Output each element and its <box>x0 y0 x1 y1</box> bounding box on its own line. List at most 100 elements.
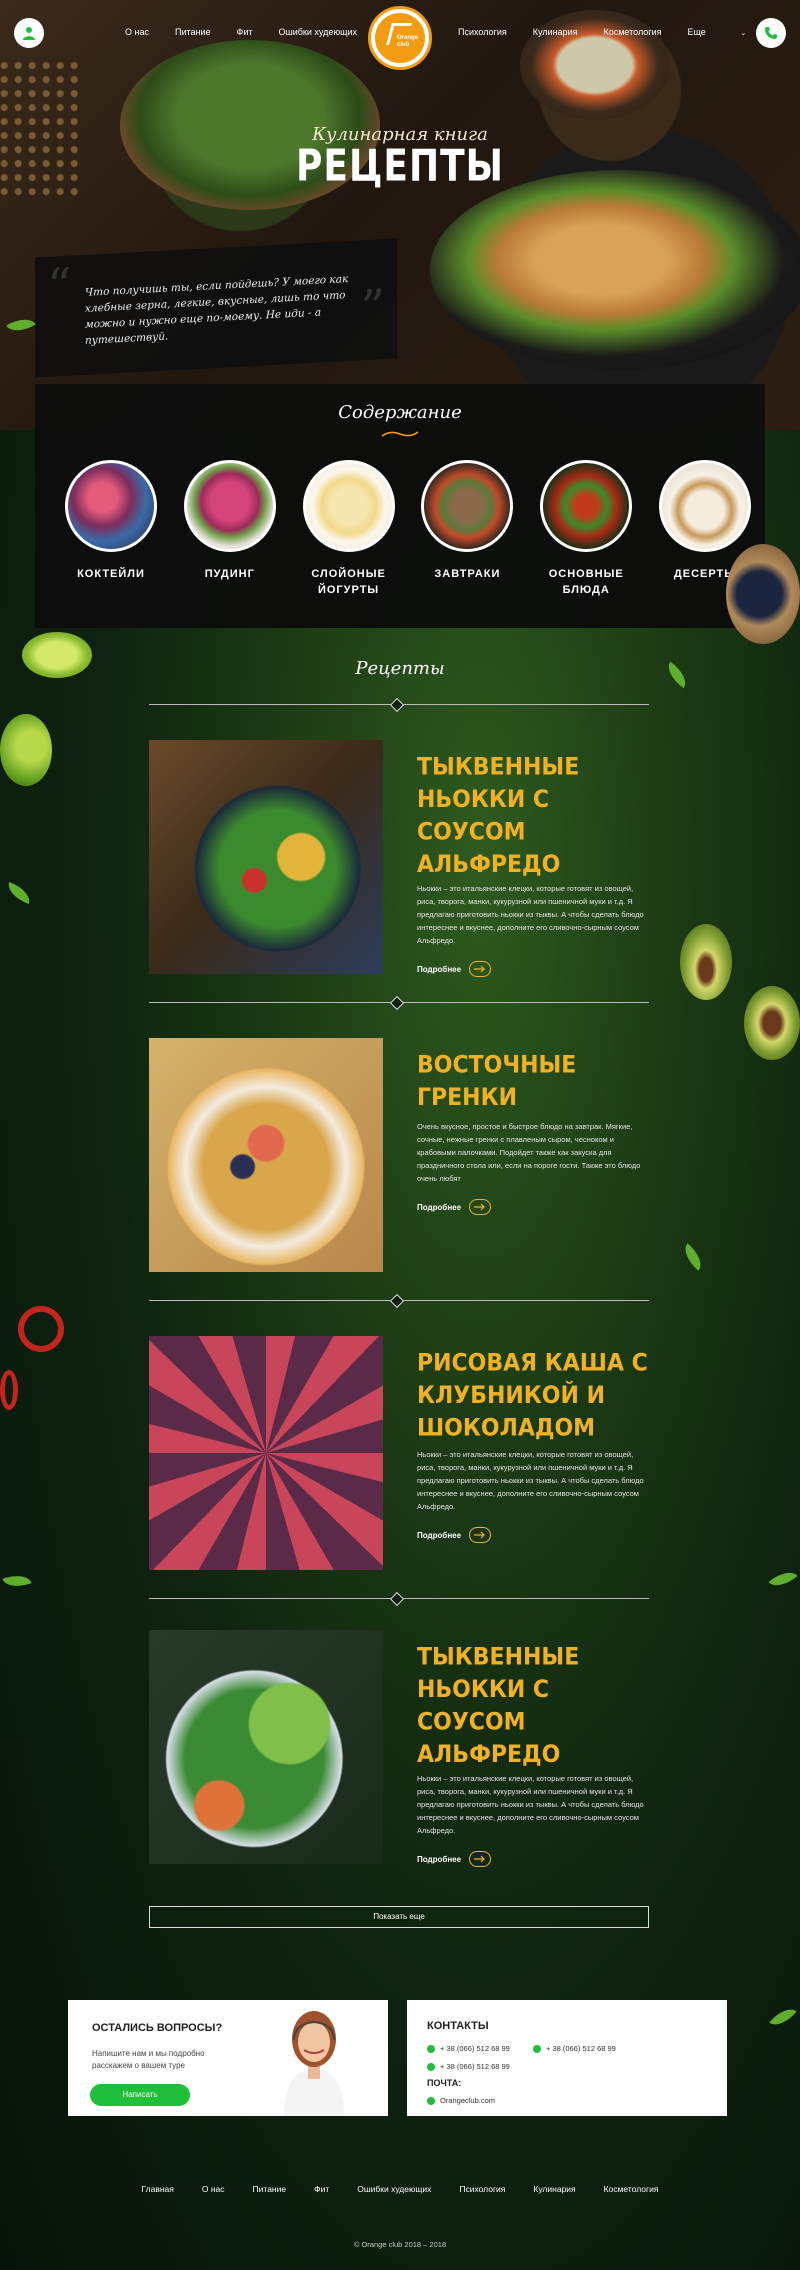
nav-link-cosmetology[interactable]: Косметология <box>603 27 661 37</box>
lime-decor <box>0 714 52 786</box>
quote-block: “ ” Что получишь ты, если пойдешь? У мое… <box>35 238 397 378</box>
recipe-description: Ньокки – это итальянские клецки, которые… <box>417 1774 644 1835</box>
show-more-button[interactable]: Показать еще <box>149 1906 649 1928</box>
leaf-decor <box>768 1565 798 1593</box>
mail-icon <box>427 2096 435 2105</box>
recipe-body: ТЫКВЕННЫЕ НЬОККИ С СОУСОМ АЛЬФРЕДО Ньокк… <box>417 1642 649 1867</box>
recipe-title[interactable]: ТЫКВЕННЫЕ НЬОККИ С СОУСОМ АЛЬФРЕДО <box>417 1642 649 1772</box>
contacts-card: КОНТАКТЫ + 38 (066) 512 68 99 + 38 (066)… <box>407 2000 727 2116</box>
recipe-title[interactable]: РИСОВАЯ КАША С КЛУБНИКОЙ И ШОКОЛАДОМ <box>417 1348 649 1445</box>
recipe-card: ТЫКВЕННЫЕ НЬОККИ С СОУСОМ АЛЬФРЕДО Ньокк… <box>149 740 649 977</box>
arrow-right-icon <box>469 1199 492 1215</box>
category-list: КОКТЕЙЛИ ПУДИНГ СЛОЙОНЫЕ ЙОГУРТЫ ЗАВТРАК… <box>63 460 753 598</box>
footer-link-cooking[interactable]: Кулинария <box>533 2184 575 2194</box>
recipe-image[interactable] <box>149 1630 383 1864</box>
phone-link[interactable]: + 38 (066) 512 68 99 <box>427 2062 510 2071</box>
footer-link-mistakes[interactable]: Ошибки худеющих <box>357 2184 431 2194</box>
category-label: СЛОЙОНЫЕ ЙОГУРТЫ <box>311 568 386 596</box>
phone-icon <box>427 2062 435 2071</box>
chevron-down-icon: ⌄ <box>740 30 747 37</box>
recipe-more-link[interactable]: Подробнее <box>417 1527 649 1543</box>
phone-link[interactable]: + 38 (066) 512 68 99 <box>533 2044 616 2053</box>
recipe-image[interactable] <box>149 1336 383 1570</box>
logo-mark: Orange club <box>375 13 425 63</box>
divider <box>149 1293 649 1309</box>
category-image <box>65 460 157 552</box>
category-image <box>183 460 276 552</box>
recipe-body: РИСОВАЯ КАША С КЛУБНИКОЙ И ШОКОЛАДОМ Ньо… <box>417 1348 649 1543</box>
nav-right-links: Психология Кулинария Косметология Еще ⌄ <box>458 27 798 37</box>
phone-icon <box>427 2044 435 2053</box>
category-main-dishes[interactable]: ОСНОВНЫЕ БЛЮДА <box>538 460 634 598</box>
divider <box>149 995 649 1011</box>
recipe-more-link[interactable]: Подробнее <box>417 1199 649 1215</box>
chili-ring-decor <box>18 1306 64 1352</box>
recipe-body: ТЫКВЕННЫЕ НЬОККИ С СОУСОМ АЛЬФРЕДО Ньокк… <box>417 752 649 977</box>
nav-link-mistakes[interactable]: Ошибки худеющих <box>279 27 358 37</box>
logo-text: Orange club <box>397 35 419 48</box>
phone-call-button[interactable] <box>756 18 786 48</box>
questions-title: ОСТАЛИСЬ ВОПРОСЫ? <box>92 2022 223 2034</box>
top-nav: О нас Питание Фит Ошибки худеющих Orange… <box>0 0 800 70</box>
category-layered-yogurts[interactable]: СЛОЙОНЫЕ ЙОГУРТЫ <box>301 460 397 598</box>
recipe-more-link[interactable]: Подробнее <box>417 1851 649 1867</box>
arrow-right-icon <box>469 961 492 977</box>
nav-link-about[interactable]: О нас <box>125 27 149 37</box>
category-image <box>421 460 514 552</box>
quote-open-icon: “ <box>47 257 72 315</box>
leaf-decor <box>769 2002 797 2032</box>
contacts-title: КОНТАКТЫ <box>427 2020 489 2032</box>
category-cocktails[interactable]: КОКТЕЙЛИ <box>63 460 159 598</box>
recipe-title[interactable]: ВОСТОЧНЫЕ ГРЕНКИ <box>417 1050 649 1115</box>
category-label: КОКТЕЙЛИ <box>77 568 145 580</box>
recipe-title[interactable]: ТЫКВЕННЫЕ НЬОККИ С СОУСОМ АЛЬФРЕДО <box>417 752 649 882</box>
phone-link[interactable]: + 38 (066) 512 68 99 <box>427 2044 510 2053</box>
arrow-right-icon <box>469 1527 492 1543</box>
footer-link-nutrition[interactable]: Питание <box>253 2184 287 2194</box>
category-pudding[interactable]: ПУДИНГ <box>182 460 278 598</box>
leaf-decor <box>678 1243 708 1271</box>
footer-nav: Главная О нас Питание Фит Ошибки худеющи… <box>0 2184 800 2194</box>
hero-fried-dumplings-plate <box>430 170 800 370</box>
footer-link-psychology[interactable]: Психология <box>459 2184 505 2194</box>
arrow-right-icon <box>469 1851 492 1867</box>
recipe-card: РИСОВАЯ КАША С КЛУБНИКОЙ И ШОКОЛАДОМ Ньо… <box>149 1336 649 1570</box>
recipe-image[interactable] <box>149 1038 383 1272</box>
write-button[interactable]: Написать <box>90 2084 190 2106</box>
category-breakfasts[interactable]: ЗАВТРАКИ <box>419 460 515 598</box>
copyright: © Orange club 2018 – 2018 <box>353 2240 447 2249</box>
leaf-decor <box>2 1569 32 1593</box>
nav-link-cooking[interactable]: Кулинария <box>533 27 578 37</box>
recipe-description: Ньокки – это итальянские клецки, которые… <box>417 884 644 945</box>
recipe-description: Очень вкусное, простое и быстрое блюдо н… <box>417 1122 641 1183</box>
user-icon <box>23 27 35 40</box>
recipe-more-link[interactable]: Подробнее <box>417 961 649 977</box>
blueberry-bowl-decor <box>726 544 800 644</box>
footer-link-home[interactable]: Главная <box>142 2184 174 2194</box>
category-image <box>302 460 395 552</box>
divider <box>149 697 649 713</box>
recipe-image[interactable] <box>149 740 383 974</box>
nav-link-fit[interactable]: Фит <box>237 27 253 37</box>
phone-icon <box>533 2044 541 2053</box>
category-image <box>540 460 633 552</box>
footer-link-fit[interactable]: Фит <box>314 2184 329 2194</box>
hero-title: РЕЦЕПТЫ <box>296 141 504 192</box>
category-image <box>658 460 751 552</box>
nav-link-psychology[interactable]: Психология <box>458 27 507 37</box>
nav-link-nutrition[interactable]: Питание <box>175 27 211 37</box>
category-label: ЗАВТРАКИ <box>434 568 501 580</box>
recipe-card: ТЫКВЕННЫЕ НЬОККИ С СОУСОМ АЛЬФРЕДО Ньокк… <box>149 1630 649 1867</box>
user-button[interactable] <box>14 18 44 48</box>
footer-link-about[interactable]: О нас <box>202 2184 225 2194</box>
mail-title: ПОЧТА: <box>427 2078 462 2088</box>
recipe-card: ВОСТОЧНЫЕ ГРЕНКИ Очень вкусное, простое … <box>149 1038 649 1272</box>
footer-link-cosmetology[interactable]: Косметология <box>604 2184 659 2194</box>
orange-club-logo[interactable]: Orange club <box>368 6 432 70</box>
mail-link[interactable]: Orangeclub.com <box>427 2096 495 2105</box>
contents-title: Содержание <box>338 402 462 423</box>
questions-text: Напишите нам и мы подробно расскажем о в… <box>92 2049 205 2070</box>
divider <box>149 1591 649 1607</box>
lime-slice-decor <box>22 632 92 678</box>
avocado-decor <box>680 924 732 1000</box>
